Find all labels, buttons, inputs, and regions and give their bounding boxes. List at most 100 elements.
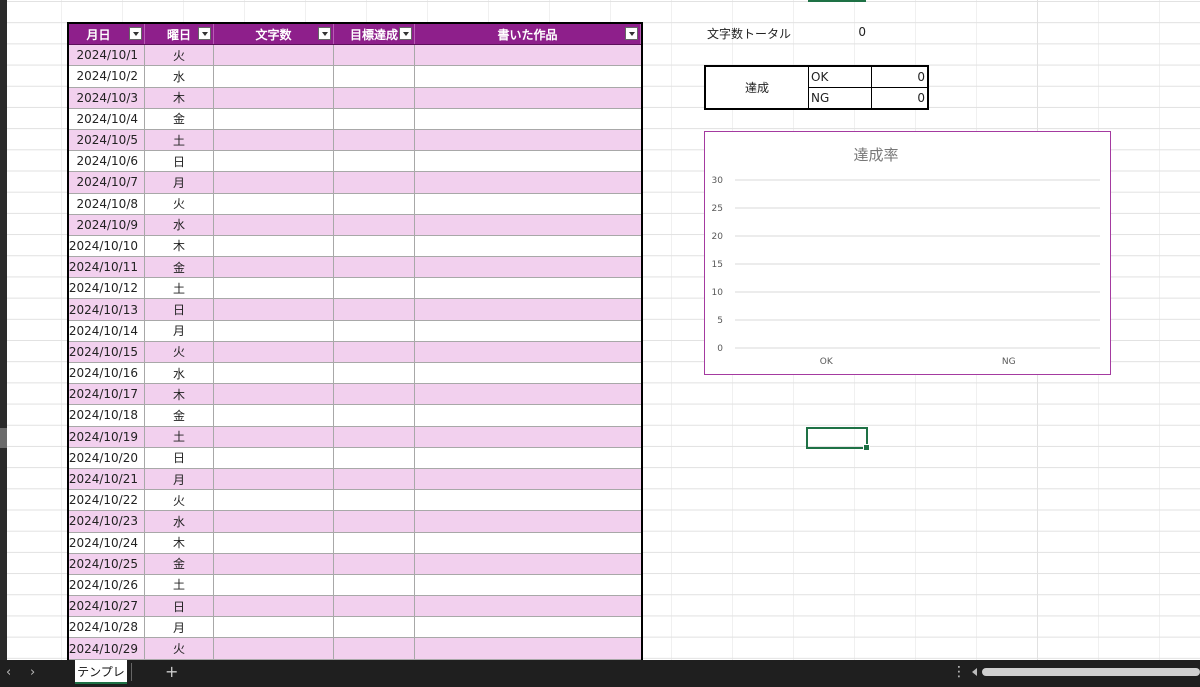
goal-cell[interactable] [334, 45, 415, 66]
goal-cell[interactable] [334, 66, 415, 87]
goal-cell[interactable] [334, 278, 415, 299]
day-cell[interactable]: 日 [145, 151, 214, 172]
works-cell[interactable] [415, 321, 641, 341]
date-cell[interactable]: 2024/10/4 [69, 108, 145, 129]
chars-cell[interactable] [214, 66, 334, 87]
goal-cell[interactable] [334, 405, 415, 426]
date-cell[interactable]: 2024/10/25 [69, 553, 145, 574]
header-day[interactable]: 曜日 [145, 24, 214, 45]
day-cell[interactable]: 月 [145, 468, 214, 490]
sheet-tab-template[interactable]: テンプレ [75, 660, 127, 684]
goal-cell[interactable] [334, 235, 415, 257]
day-cell[interactable]: 火 [145, 490, 214, 511]
goal-cell[interactable] [334, 363, 415, 384]
works-cell[interactable] [415, 384, 641, 404]
works-cell[interactable] [415, 363, 641, 383]
goal-cell[interactable] [334, 257, 415, 278]
goal-cell[interactable] [334, 511, 415, 532]
filter-dropdown-icon[interactable] [129, 27, 142, 40]
goal-cell[interactable] [334, 320, 415, 341]
works-cell[interactable] [415, 638, 641, 658]
chars-cell[interactable] [214, 468, 334, 490]
date-cell[interactable]: 2024/10/19 [69, 426, 145, 447]
date-cell[interactable]: 2024/10/18 [69, 405, 145, 426]
day-cell[interactable]: 日 [145, 447, 214, 468]
chars-cell[interactable] [214, 45, 334, 66]
prev-sheet-icon[interactable]: ‹ [6, 665, 11, 680]
chars-cell[interactable] [214, 257, 334, 278]
goal-cell[interactable] [334, 468, 415, 490]
goal-cell[interactable] [334, 447, 415, 468]
chars-cell[interactable] [214, 299, 334, 320]
scroll-left-icon[interactable] [972, 668, 977, 676]
chars-cell[interactable] [214, 108, 334, 129]
filter-dropdown-icon[interactable] [198, 27, 211, 40]
ok-count[interactable]: 0 [872, 67, 927, 87]
filter-dropdown-icon[interactable] [625, 27, 638, 40]
date-cell[interactable]: 2024/10/13 [69, 299, 145, 320]
chars-cell[interactable] [214, 447, 334, 468]
horizontal-scrollbar[interactable] [982, 668, 1200, 676]
goal-cell[interactable] [334, 214, 415, 235]
day-cell[interactable]: 木 [145, 384, 214, 405]
goal-cell[interactable] [334, 129, 415, 151]
chars-cell[interactable] [214, 129, 334, 151]
chars-cell[interactable] [214, 553, 334, 574]
goal-cell[interactable] [334, 151, 415, 172]
goal-cell[interactable] [334, 638, 415, 659]
day-cell[interactable]: 土 [145, 129, 214, 151]
goal-cell[interactable] [334, 596, 415, 617]
day-cell[interactable]: 木 [145, 87, 214, 108]
goal-cell[interactable] [334, 574, 415, 596]
date-cell[interactable]: 2024/10/17 [69, 384, 145, 405]
chars-cell[interactable] [214, 532, 334, 553]
add-sheet-icon[interactable]: + [165, 662, 178, 681]
works-cell[interactable] [415, 151, 641, 171]
chars-cell[interactable] [214, 87, 334, 108]
goal-cell[interactable] [334, 490, 415, 511]
date-cell[interactable]: 2024/10/3 [69, 87, 145, 108]
goal-cell[interactable] [334, 553, 415, 574]
chars-cell[interactable] [214, 363, 334, 384]
date-cell[interactable]: 2024/10/14 [69, 320, 145, 341]
chars-cell[interactable] [214, 278, 334, 299]
goal-cell[interactable] [334, 108, 415, 129]
day-cell[interactable]: 金 [145, 405, 214, 426]
filter-dropdown-icon[interactable] [399, 27, 412, 40]
date-cell[interactable]: 2024/10/5 [69, 129, 145, 151]
works-cell[interactable] [415, 596, 641, 616]
day-cell[interactable]: 水 [145, 363, 214, 384]
date-cell[interactable]: 2024/10/28 [69, 617, 145, 638]
chars-cell[interactable] [214, 341, 334, 362]
more-options-icon[interactable]: ⋮ [952, 664, 966, 680]
chars-cell[interactable] [214, 426, 334, 447]
day-cell[interactable]: 金 [145, 553, 214, 574]
day-cell[interactable]: 月 [145, 172, 214, 193]
day-cell[interactable]: 火 [145, 341, 214, 362]
char-total-label[interactable]: 文字数トータル [707, 25, 791, 42]
date-cell[interactable]: 2024/10/8 [69, 193, 145, 214]
goal-cell[interactable] [334, 87, 415, 108]
works-cell[interactable] [415, 469, 641, 489]
day-cell[interactable]: 土 [145, 574, 214, 596]
day-cell[interactable]: 金 [145, 257, 214, 278]
achievement-rate-chart[interactable]: 達成率 0 5 10 15 20 25 30 OK NG [704, 131, 1111, 375]
day-cell[interactable]: 土 [145, 278, 214, 299]
chars-cell[interactable] [214, 405, 334, 426]
works-cell[interactable] [415, 511, 641, 531]
works-cell[interactable] [415, 617, 641, 637]
chars-cell[interactable] [214, 235, 334, 257]
chars-cell[interactable] [214, 214, 334, 235]
header-chars[interactable]: 文字数 [214, 24, 334, 45]
day-cell[interactable]: 水 [145, 214, 214, 235]
date-cell[interactable]: 2024/10/24 [69, 532, 145, 553]
date-cell[interactable]: 2024/10/21 [69, 468, 145, 490]
works-cell[interactable] [415, 533, 641, 553]
works-cell[interactable] [415, 554, 641, 574]
chars-cell[interactable] [214, 320, 334, 341]
day-cell[interactable]: 水 [145, 511, 214, 532]
date-cell[interactable]: 2024/10/20 [69, 447, 145, 468]
chars-cell[interactable] [214, 384, 334, 405]
header-goal[interactable]: 目標達成 [334, 24, 415, 45]
date-cell[interactable]: 2024/10/1 [69, 45, 145, 66]
